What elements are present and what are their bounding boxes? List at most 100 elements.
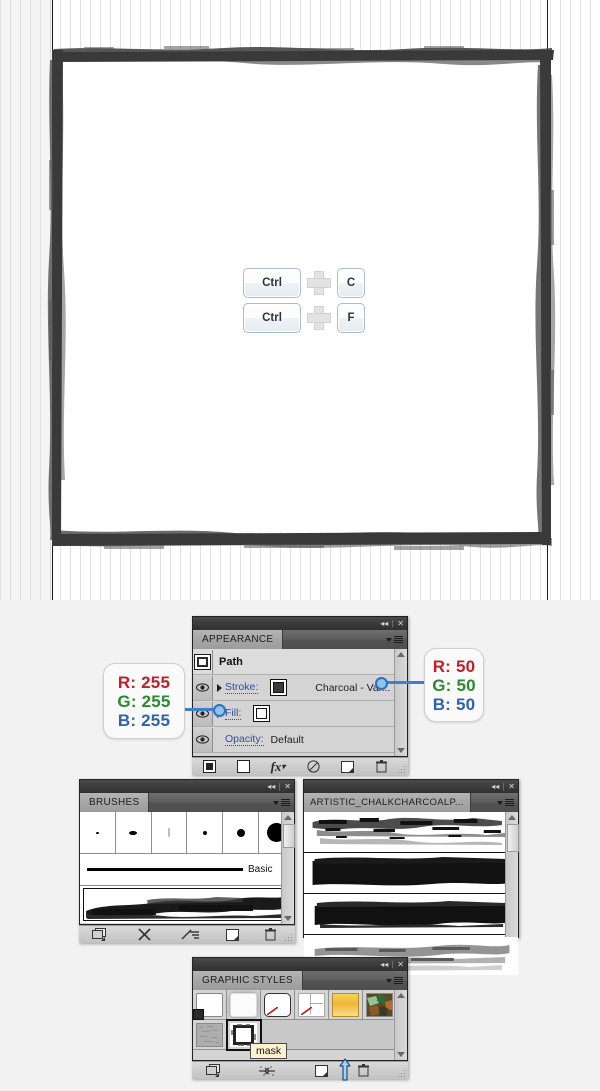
scroll-up-icon[interactable] bbox=[395, 649, 407, 660]
scroll-up-icon[interactable] bbox=[506, 812, 518, 823]
library-brush-item[interactable] bbox=[304, 853, 518, 894]
close-icon[interactable]: ✕ bbox=[284, 782, 291, 791]
scroll-up-icon[interactable] bbox=[395, 990, 407, 1001]
appearance-row-fill[interactable]: Fill: bbox=[193, 701, 407, 727]
library-brush-item[interactable] bbox=[304, 894, 518, 935]
scroll-down-icon[interactable] bbox=[395, 745, 407, 756]
graphic-styles-scrollbar[interactable] bbox=[394, 990, 407, 1060]
scroll-down-icon[interactable] bbox=[282, 913, 294, 924]
clear-appearance-icon[interactable] bbox=[296, 760, 330, 774]
graphic-style-gradient[interactable] bbox=[329, 990, 363, 1020]
disclosure-triangle-icon[interactable] bbox=[217, 683, 222, 692]
resize-grip[interactable] bbox=[398, 766, 406, 774]
add-new-fill-icon[interactable] bbox=[226, 760, 260, 774]
library-scrollbar[interactable] bbox=[505, 812, 519, 937]
panel-titlebar: ◂◂ | ✕ bbox=[192, 616, 408, 630]
graphic-styles-libraries-menu-icon[interactable] bbox=[192, 1064, 234, 1078]
panel-tabbar: BRUSHES bbox=[79, 793, 295, 812]
collapse-icon[interactable]: ◂◂ bbox=[380, 619, 388, 628]
remove-brush-stroke-icon[interactable] bbox=[119, 928, 169, 942]
panel-menu-icon[interactable] bbox=[386, 634, 403, 645]
brush-item[interactable] bbox=[115, 812, 152, 853]
close-icon[interactable]: ✕ bbox=[508, 782, 515, 791]
graphic-style-item[interactable] bbox=[295, 990, 329, 1020]
tab-appearance[interactable]: APPEARANCE bbox=[193, 630, 284, 649]
panel-titlebar: ◂◂ | ✕ bbox=[79, 779, 295, 793]
graphic-style-item[interactable] bbox=[261, 990, 295, 1020]
duplicate-item-icon[interactable] bbox=[330, 760, 364, 774]
key-ctrl: Ctrl bbox=[243, 303, 301, 333]
fill-label[interactable]: Fill: bbox=[225, 707, 242, 720]
callout-b-value: B: 255 bbox=[117, 710, 171, 730]
new-graphic-style-icon[interactable] bbox=[300, 1064, 342, 1078]
visibility-eye-icon[interactable] bbox=[193, 675, 213, 700]
brush-item[interactable] bbox=[187, 812, 224, 853]
collapse-icon[interactable]: ◂◂ bbox=[267, 782, 275, 791]
brush-basic-row[interactable]: Basic bbox=[80, 854, 294, 886]
delete-brush-icon[interactable] bbox=[251, 928, 289, 942]
tab-brushes[interactable]: BRUSHES bbox=[80, 793, 150, 812]
delete-item-icon[interactable] bbox=[364, 760, 398, 774]
collapse-icon[interactable]: ◂◂ bbox=[380, 960, 388, 969]
panel-menu-icon[interactable] bbox=[386, 975, 403, 986]
panel-menu-icon[interactable] bbox=[273, 797, 290, 808]
appearance-scrollbar[interactable] bbox=[394, 649, 407, 756]
brush-art-row-selected[interactable] bbox=[80, 886, 294, 923]
artistic-chalkcharcoalpencil-panel[interactable]: ◂◂ | ✕ ARTISTIC_CHALKCHARCOALP... bbox=[303, 779, 519, 975]
brush-item[interactable] bbox=[223, 812, 260, 853]
mask-tooltip: mask bbox=[250, 1043, 288, 1059]
appearance-row-stroke[interactable]: Stroke: Charcoal - Var... bbox=[193, 675, 407, 701]
callout-anchor-gray bbox=[375, 677, 388, 690]
opacity-value[interactable]: Default bbox=[271, 734, 304, 746]
resize-grip[interactable] bbox=[285, 934, 293, 942]
library-brush-item[interactable] bbox=[304, 812, 518, 853]
fill-color-swatch[interactable] bbox=[253, 705, 271, 722]
scroll-up-icon[interactable] bbox=[282, 812, 294, 823]
visibility-eye-icon[interactable] bbox=[193, 701, 213, 726]
brushes-scrollbar[interactable] bbox=[281, 812, 295, 924]
appearance-row-opacity[interactable]: Opacity: Default bbox=[193, 727, 407, 753]
callout-r-value: R: 255 bbox=[117, 672, 171, 692]
resize-grip[interactable] bbox=[398, 1070, 406, 1078]
new-brush-icon[interactable] bbox=[213, 928, 251, 942]
graphic-style-default[interactable] bbox=[193, 990, 227, 1020]
tab-graphic-styles[interactable]: GRAPHIC STYLES bbox=[193, 971, 303, 990]
illustrator-canvas[interactable]: Ctrl C Ctrl F bbox=[0, 0, 600, 600]
scrollbar-thumb[interactable] bbox=[283, 824, 295, 848]
close-icon[interactable]: ✕ bbox=[397, 960, 404, 969]
break-link-to-graphic-style-icon[interactable] bbox=[234, 1064, 300, 1078]
close-icon[interactable]: ✕ bbox=[397, 619, 404, 628]
titlebar-separator: | bbox=[502, 782, 505, 791]
graphic-styles-footer bbox=[192, 1061, 408, 1079]
brush-item[interactable] bbox=[80, 812, 116, 853]
callout-white-rgb: R: 255 G: 255 B: 255 bbox=[103, 663, 185, 739]
graphic-styles-grid bbox=[193, 990, 407, 1051]
graphic-styles-panel[interactable]: ◂◂ | ✕ GRAPHIC STYLES mask bbox=[192, 957, 408, 1079]
charcoal-brush-preview[interactable] bbox=[83, 888, 291, 921]
graphic-styles-body: mask bbox=[192, 990, 408, 1061]
stroke-label[interactable]: Stroke: bbox=[225, 681, 259, 694]
brush-libraries-menu-icon[interactable] bbox=[79, 928, 119, 942]
add-new-stroke-icon[interactable] bbox=[192, 760, 226, 774]
appearance-row-path[interactable]: Path bbox=[193, 649, 407, 675]
callout-anchor-white bbox=[213, 704, 226, 717]
collapse-icon[interactable]: ◂◂ bbox=[491, 782, 499, 791]
graphic-style-item[interactable] bbox=[227, 990, 261, 1020]
shortcut-row: Ctrl F bbox=[243, 303, 365, 333]
appearance-panel[interactable]: ◂◂ | ✕ APPEARANCE Path Stroke: Charcoal … bbox=[192, 616, 408, 775]
add-new-effect-icon[interactable]: fx ▾ bbox=[260, 759, 296, 774]
appearance-footer: fx ▾ bbox=[192, 757, 408, 775]
graphic-style-texture[interactable] bbox=[193, 1020, 227, 1050]
scrollbar-thumb[interactable] bbox=[507, 824, 519, 852]
scroll-down-icon[interactable] bbox=[395, 1049, 407, 1060]
options-of-selected-object-icon[interactable] bbox=[169, 928, 213, 942]
opacity-label[interactable]: Opacity: bbox=[225, 733, 264, 746]
library-body bbox=[303, 812, 519, 975]
visibility-eye-icon[interactable] bbox=[193, 727, 213, 752]
graphic-style-art[interactable] bbox=[363, 990, 396, 1020]
brush-item[interactable] bbox=[151, 812, 188, 853]
panel-menu-icon[interactable] bbox=[497, 797, 514, 808]
stroke-color-swatch[interactable] bbox=[270, 679, 288, 696]
tab-artistic-library[interactable]: ARTISTIC_CHALKCHARCOALP... bbox=[304, 793, 471, 812]
brushes-panel[interactable]: ◂◂ | ✕ BRUSHES Basic bbox=[79, 779, 295, 943]
